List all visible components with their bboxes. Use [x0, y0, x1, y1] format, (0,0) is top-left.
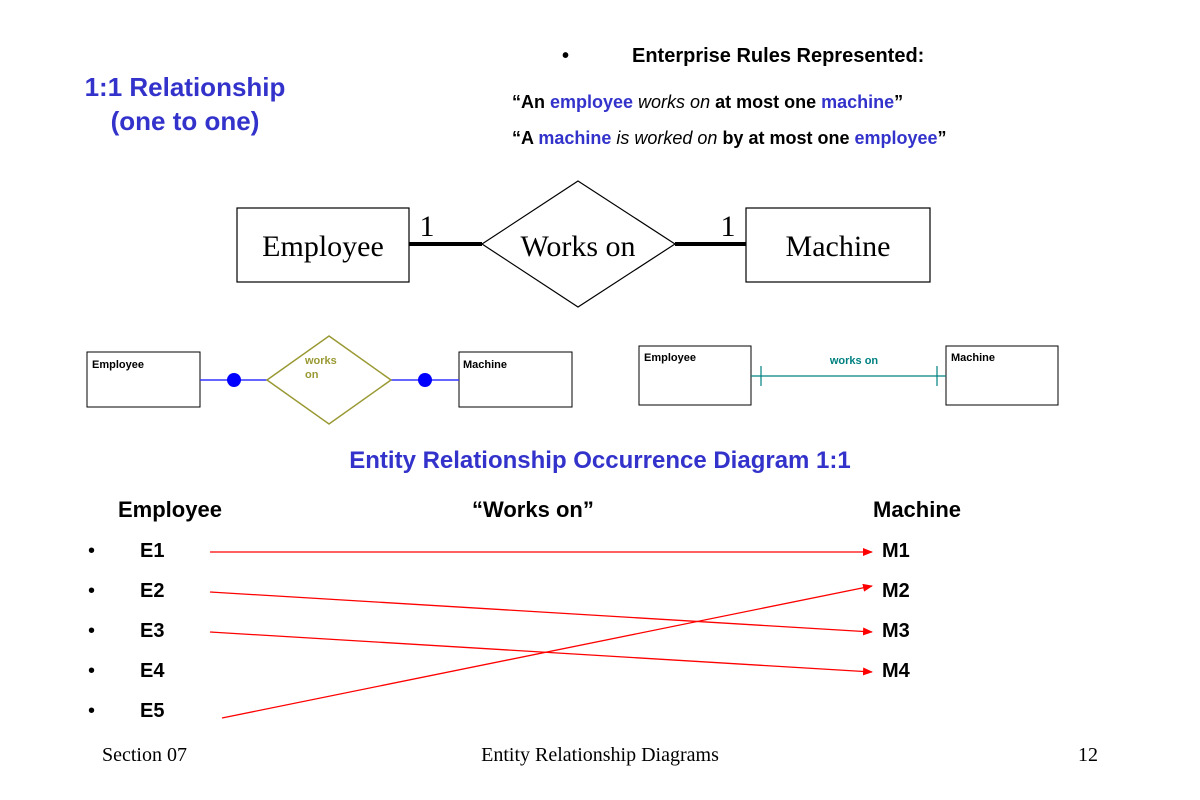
machine-item: M1: [882, 540, 910, 562]
alt1-entity-employee-label: Employee: [92, 359, 144, 371]
entity-employee-label: Employee: [262, 230, 384, 263]
alt2-entity-employee-label: Employee: [644, 352, 696, 364]
occurrence-link-e3-m4: [209, 631, 873, 676]
alt1-entity-machine-label: Machine: [463, 359, 507, 371]
column-header-machine: Machine: [873, 497, 962, 522]
footer-title: Entity Relationship Diagrams: [481, 744, 719, 766]
alt1-relationship-label-2: on: [305, 369, 319, 381]
relationship-label: Works on: [520, 230, 635, 263]
bullet-icon: •: [88, 540, 96, 562]
footer-page-number: 12: [1078, 744, 1098, 766]
entity-machine-label: Machine: [786, 230, 891, 263]
er-diagrams: Employee Machine Works on 1 1 Employee M…: [86, 180, 1059, 719]
alt1-relationship-diamond: [265, 335, 393, 425]
employee-item: E4: [140, 660, 165, 682]
column-header-employee: Employee: [118, 497, 222, 522]
column-header-relationship: “Works on”: [472, 497, 594, 522]
machine-item: M3: [882, 620, 910, 642]
alt1-relationship-label-1: works: [304, 355, 337, 367]
occurrence-link-e5-m2: [221, 583, 873, 719]
alt2-entity-machine-label: Machine: [951, 352, 995, 364]
machine-item: M4: [882, 660, 910, 682]
occurrence-link-e2-m3: [209, 591, 873, 636]
employee-item: E1: [140, 540, 165, 562]
employee-item: E2: [140, 580, 165, 602]
alt1-participation-dot-left: [227, 373, 241, 387]
machine-item: M2: [882, 580, 910, 602]
employee-item: E5: [140, 700, 165, 722]
occurrence-links: [209, 548, 873, 719]
cardinality-left: 1: [420, 210, 435, 243]
bullet-icon: •: [88, 620, 96, 642]
occurrence-title: Entity Relationship Occurrence Diagram 1…: [349, 447, 851, 474]
alt2-relationship-label: works on: [829, 355, 879, 367]
alt1-participation-dot-right: [418, 373, 432, 387]
employee-item: E3: [140, 620, 165, 642]
cardinality-right: 1: [721, 210, 736, 243]
bullet-icon: •: [88, 580, 96, 602]
bullet-icon: •: [88, 700, 96, 722]
bullet-icon: •: [88, 660, 96, 682]
